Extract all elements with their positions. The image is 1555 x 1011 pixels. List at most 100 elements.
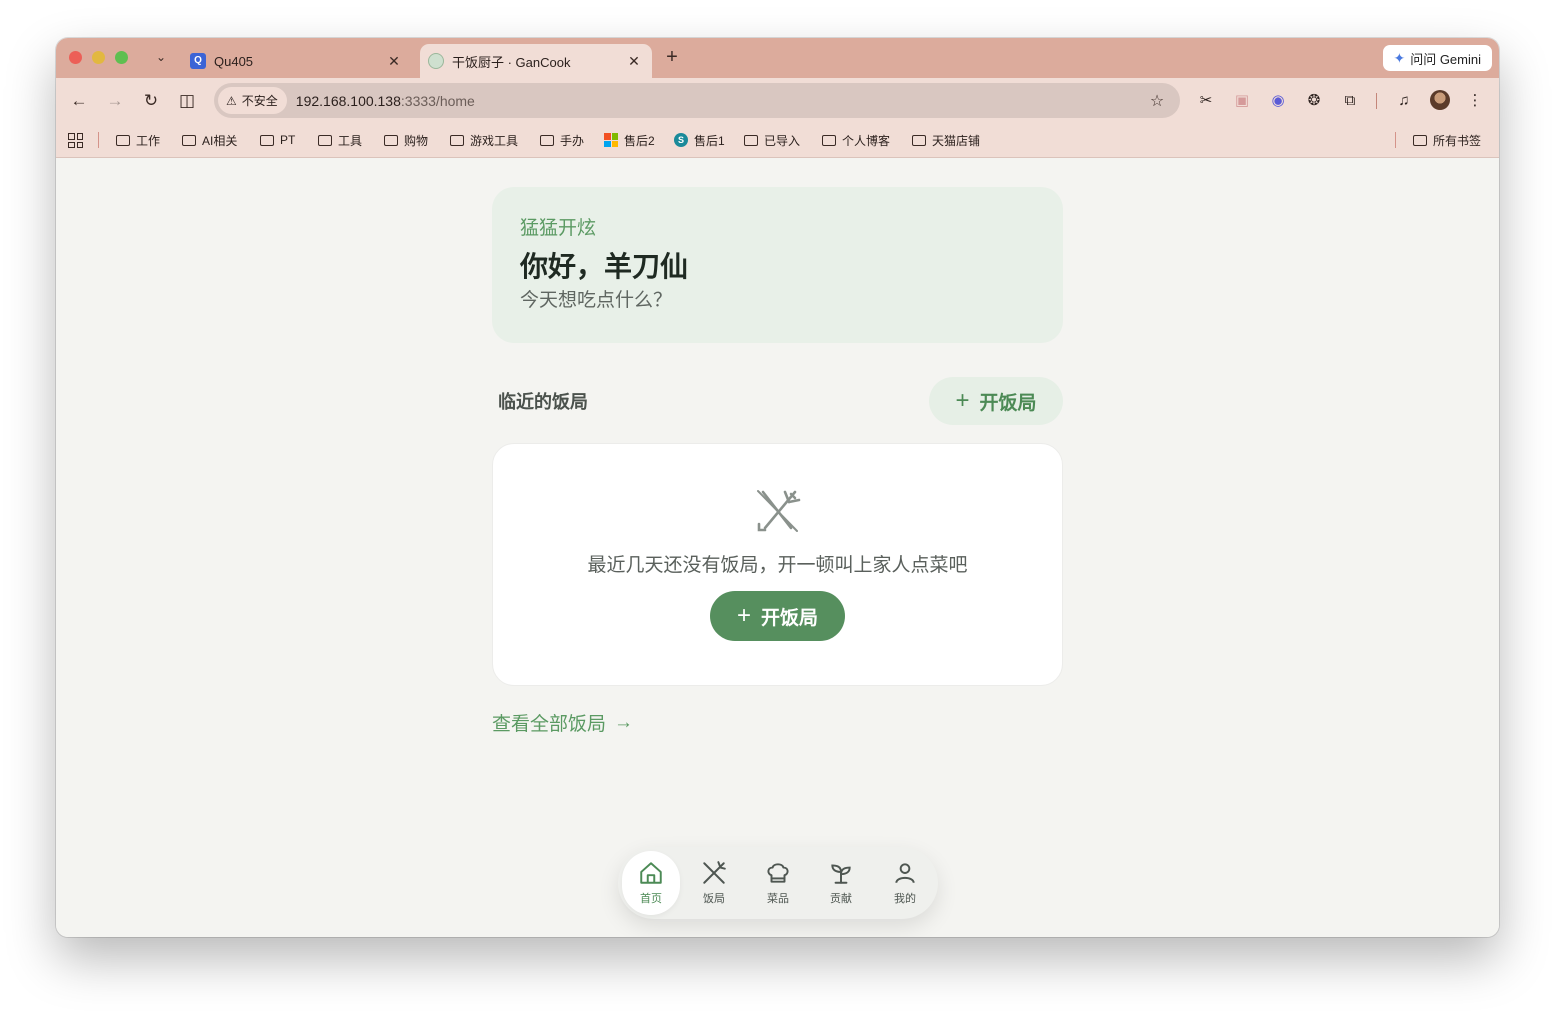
security-label: 不安全 [241, 94, 278, 108]
bookmark-label: 售后1 [694, 133, 725, 148]
nav-item-profile[interactable]: 我的 [876, 851, 934, 915]
folder-icon [1413, 134, 1427, 146]
bookmark-label: 个人博客 [842, 133, 891, 148]
bookmark-folder[interactable]: PT [260, 131, 295, 149]
bookmark-link[interactable]: S 售后1 [674, 131, 725, 149]
bookmark-label: 工具 [338, 133, 363, 148]
folder-icon [116, 134, 130, 146]
new-tab-icon[interactable]: + [662, 47, 682, 67]
open-meal-label: 开饭局 [761, 607, 819, 629]
tab-title: 干饭厨子 · GanCook [452, 54, 571, 70]
bookmark-label: 已导入 [764, 133, 801, 148]
screenshot-extension-icon[interactable]: ✂ [1196, 91, 1216, 111]
nav-item-dishes[interactable]: 菜品 [749, 851, 807, 915]
open-meal-button[interactable]: + 开饭局 [929, 377, 1063, 425]
folder-icon [744, 134, 758, 146]
browser-tab[interactable]: Q Qu405 ✕ [182, 44, 412, 78]
page-content: 猛猛开炫 你好，羊刀仙 今天想吃点什么？ 临近的饭局 + 开饭局 最近几天还没有… [56, 159, 1499, 937]
arrow-right-icon: → [614, 711, 634, 733]
more-menu-icon[interactable]: ⋮ [1465, 91, 1485, 111]
divider [1376, 93, 1377, 109]
plus-icon: + [955, 387, 970, 414]
minimize-window-button[interactable] [92, 51, 105, 64]
bookmark-folder[interactable]: AI相关 [182, 131, 237, 149]
bookmark-label: 购物 [404, 133, 429, 148]
nav-label: 饭局 [703, 893, 725, 905]
bookmark-folder[interactable]: 工作 [116, 131, 160, 149]
open-meal-label: 开饭局 [979, 392, 1037, 414]
avatar[interactable] [1430, 90, 1450, 110]
folder-icon [318, 134, 332, 146]
greeting-tagline: 猛猛开炫 [520, 218, 597, 239]
nav-item-meals[interactable]: 饭局 [685, 851, 743, 915]
media-icon[interactable]: ♫ [1394, 91, 1414, 111]
apps-grid-icon[interactable] [68, 133, 83, 148]
bookmark-folder[interactable]: 个人博客 [822, 131, 890, 149]
greeting-card: 猛猛开炫 你好，羊刀仙 今天想吃点什么？ [492, 187, 1063, 343]
bookmark-folder[interactable]: 天猫店铺 [912, 131, 980, 149]
bookmark-folder[interactable]: 购物 [384, 131, 428, 149]
browser-toolbar: ← → ↻ ◫ ⚠ 不安全 192.168.100.138:3333/home … [56, 78, 1499, 123]
bookmark-folder[interactable]: 已导入 [744, 131, 800, 149]
open-meal-primary-button[interactable]: + 开饭局 [710, 591, 845, 641]
bookmark-folder[interactable]: 游戏工具 [450, 131, 518, 149]
extension-icon[interactable]: ▣ [1232, 91, 1252, 111]
bookmark-label: PT [280, 133, 296, 147]
divider [98, 132, 99, 148]
all-bookmarks-label: 所有书签 [1433, 133, 1482, 148]
bookmark-link[interactable]: 售后2 [604, 131, 655, 149]
bookmark-label: 游戏工具 [470, 133, 519, 148]
address-bar[interactable]: ⚠ 不安全 192.168.100.138:3333/home ☆ [214, 83, 1180, 118]
tab-title: Qu405 [214, 53, 254, 69]
extension-icon[interactable]: ◉ [1268, 91, 1288, 111]
close-icon[interactable]: ✕ [626, 53, 642, 70]
view-all-meals-link[interactable]: 查看全部饭局 → [492, 709, 633, 736]
tab-strip: ⌄ Q Qu405 ✕ 干饭厨子 · GanCook ✕ + ✦ 问问 Gemi… [56, 38, 1499, 78]
bookmark-folder[interactable]: 手办 [540, 131, 584, 149]
bookmark-label: 手办 [560, 133, 585, 148]
reload-icon[interactable]: ↻ [140, 90, 162, 112]
nav-label: 首页 [640, 893, 662, 905]
bookmark-label: 天猫店铺 [932, 133, 981, 148]
security-chip[interactable]: ⚠ 不安全 [218, 87, 287, 114]
chevron-down-icon[interactable]: ⌄ [153, 48, 169, 66]
puzzle-icon[interactable]: ⧉ [1340, 91, 1360, 111]
nav-item-contribute[interactable]: 贡献 [812, 851, 870, 915]
sparkle-icon: ✦ [1393, 49, 1406, 66]
nav-item-home[interactable]: 首页 [622, 851, 680, 915]
tab-favicon-icon: Q [190, 53, 206, 69]
folder-icon [912, 134, 926, 146]
split-view-icon[interactable]: ◫ [176, 90, 198, 112]
folder-icon [182, 134, 196, 146]
back-icon[interactable]: ← [68, 90, 90, 112]
close-window-button[interactable] [69, 51, 82, 64]
sprout-icon [831, 864, 851, 884]
all-bookmarks-folder[interactable]: 所有书签 [1413, 131, 1481, 149]
sharepoint-logo-icon: S [674, 133, 688, 147]
empty-state-message: 最近几天还没有饭局，开一顿叫上家人点菜吧 [587, 555, 968, 576]
nav-label: 我的 [894, 893, 916, 905]
gemini-label: 问问 Gemini [1410, 51, 1481, 67]
greeting-question: 今天想吃点什么？ [520, 290, 673, 311]
microsoft-logo-icon [604, 133, 618, 147]
home-icon [640, 862, 662, 884]
folder-icon [822, 134, 836, 146]
user-icon [895, 863, 915, 884]
folder-icon [260, 134, 274, 146]
browser-tab-active[interactable]: 干饭厨子 · GanCook ✕ [420, 44, 652, 78]
maximize-window-button[interactable] [115, 51, 128, 64]
close-icon[interactable]: ✕ [386, 53, 402, 70]
page-title: 你好，羊刀仙 [520, 251, 689, 282]
bookmark-label: 工作 [136, 133, 161, 148]
folder-icon [450, 134, 464, 146]
folder-icon [384, 134, 398, 146]
url-text[interactable]: 192.168.100.138:3333/home [296, 93, 1146, 109]
browser-window: ⌄ Q Qu405 ✕ 干饭厨子 · GanCook ✕ + ✦ 问问 Gemi… [56, 38, 1499, 937]
gemini-button[interactable]: ✦ 问问 Gemini [1383, 45, 1492, 71]
bookmark-star-icon[interactable]: ☆ [1146, 91, 1168, 111]
openai-extension-icon[interactable]: ❂ [1304, 91, 1324, 111]
divider [1395, 132, 1396, 148]
forward-icon[interactable]: → [104, 90, 126, 112]
section-title: 临近的饭局 [498, 392, 588, 412]
bookmark-folder[interactable]: 工具 [318, 131, 362, 149]
